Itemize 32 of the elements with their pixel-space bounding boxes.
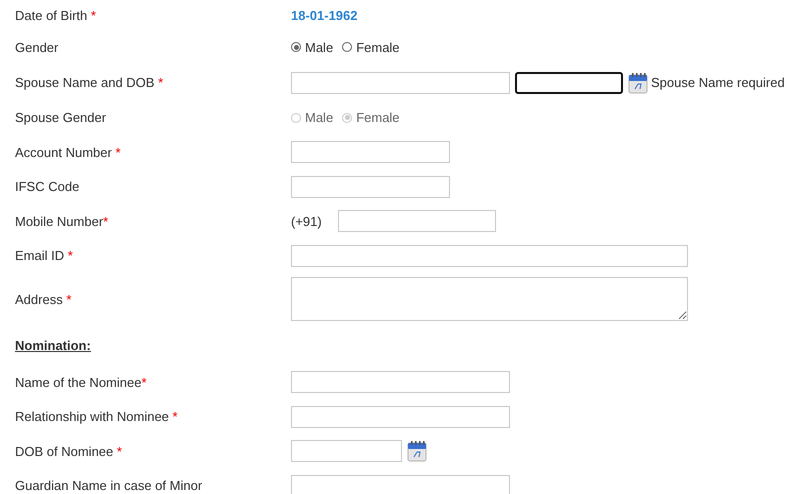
text-field[interactable] <box>291 176 450 198</box>
text-field[interactable] <box>291 371 510 394</box>
date-field[interactable] <box>291 440 402 462</box>
field-label: Gender <box>15 40 58 55</box>
calendar-icon[interactable] <box>407 440 427 462</box>
field-label: Mobile Number* <box>15 214 108 229</box>
spouse-dob-field[interactable] <box>515 72 623 94</box>
field-label: Address * <box>15 292 72 306</box>
text-field[interactable] <box>291 406 510 428</box>
mobile-field[interactable] <box>338 210 496 232</box>
field-label: Email ID * <box>15 248 73 264</box>
radio-option[interactable]: Female <box>342 40 400 55</box>
calendar-icon[interactable] <box>628 72 648 94</box>
field-label: Account Number * <box>15 144 120 160</box>
address-field[interactable] <box>291 277 688 321</box>
section-heading: Nomination: <box>15 338 91 352</box>
field-label: Spouse Gender <box>15 110 106 126</box>
date-value: 18-01-1962 <box>291 8 358 22</box>
field-label: Relationship with Nominee * <box>15 409 178 424</box>
field-label: IFSC Code <box>15 179 80 194</box>
field-label: DOB of Nominee * <box>15 444 122 459</box>
text-field[interactable] <box>291 244 688 267</box>
field-label: Date of Birth * <box>15 8 96 22</box>
field-label: Name of the Nominee* <box>15 374 147 390</box>
field-label: Guardian Name in case of Minor <box>15 478 202 494</box>
text-field[interactable] <box>291 141 450 164</box>
error-message: Spouse Name required <box>651 75 785 90</box>
text-field[interactable] <box>291 474 510 494</box>
country-code: (+91) <box>291 214 322 229</box>
spouse-name-field[interactable] <box>291 72 510 94</box>
radio-option[interactable]: Male <box>291 40 334 55</box>
field-label: Spouse Name and DOB * <box>15 75 164 90</box>
